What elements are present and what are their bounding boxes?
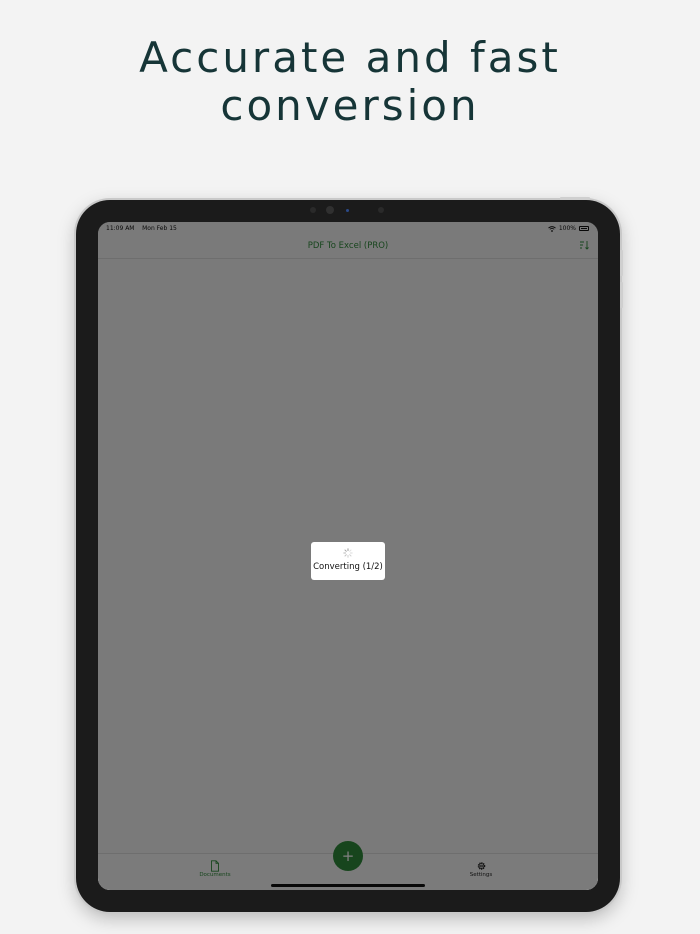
app-screen: 11:09 AM Mon Feb 15 100% PDF To Excel (P… <box>98 222 598 890</box>
headline: Accurate and fast conversion <box>0 34 700 130</box>
camera-sensor-right <box>378 207 384 213</box>
volume-up-button <box>620 250 623 276</box>
volume-down-button <box>620 282 623 308</box>
headline-line-1: Accurate and fast <box>139 33 561 82</box>
camera-indicator <box>346 209 349 212</box>
progress-hud: Converting (1/2) <box>311 542 385 580</box>
spinner-icon <box>343 548 353 558</box>
converting-status: Converting (1/2) <box>313 562 383 572</box>
camera-sensor <box>310 207 316 213</box>
camera-lens <box>326 206 334 214</box>
headline-line-2: conversion <box>220 81 480 130</box>
top-button <box>560 197 590 200</box>
ipad-device-frame: 11:09 AM Mon Feb 15 100% PDF To Excel (P… <box>76 197 623 912</box>
